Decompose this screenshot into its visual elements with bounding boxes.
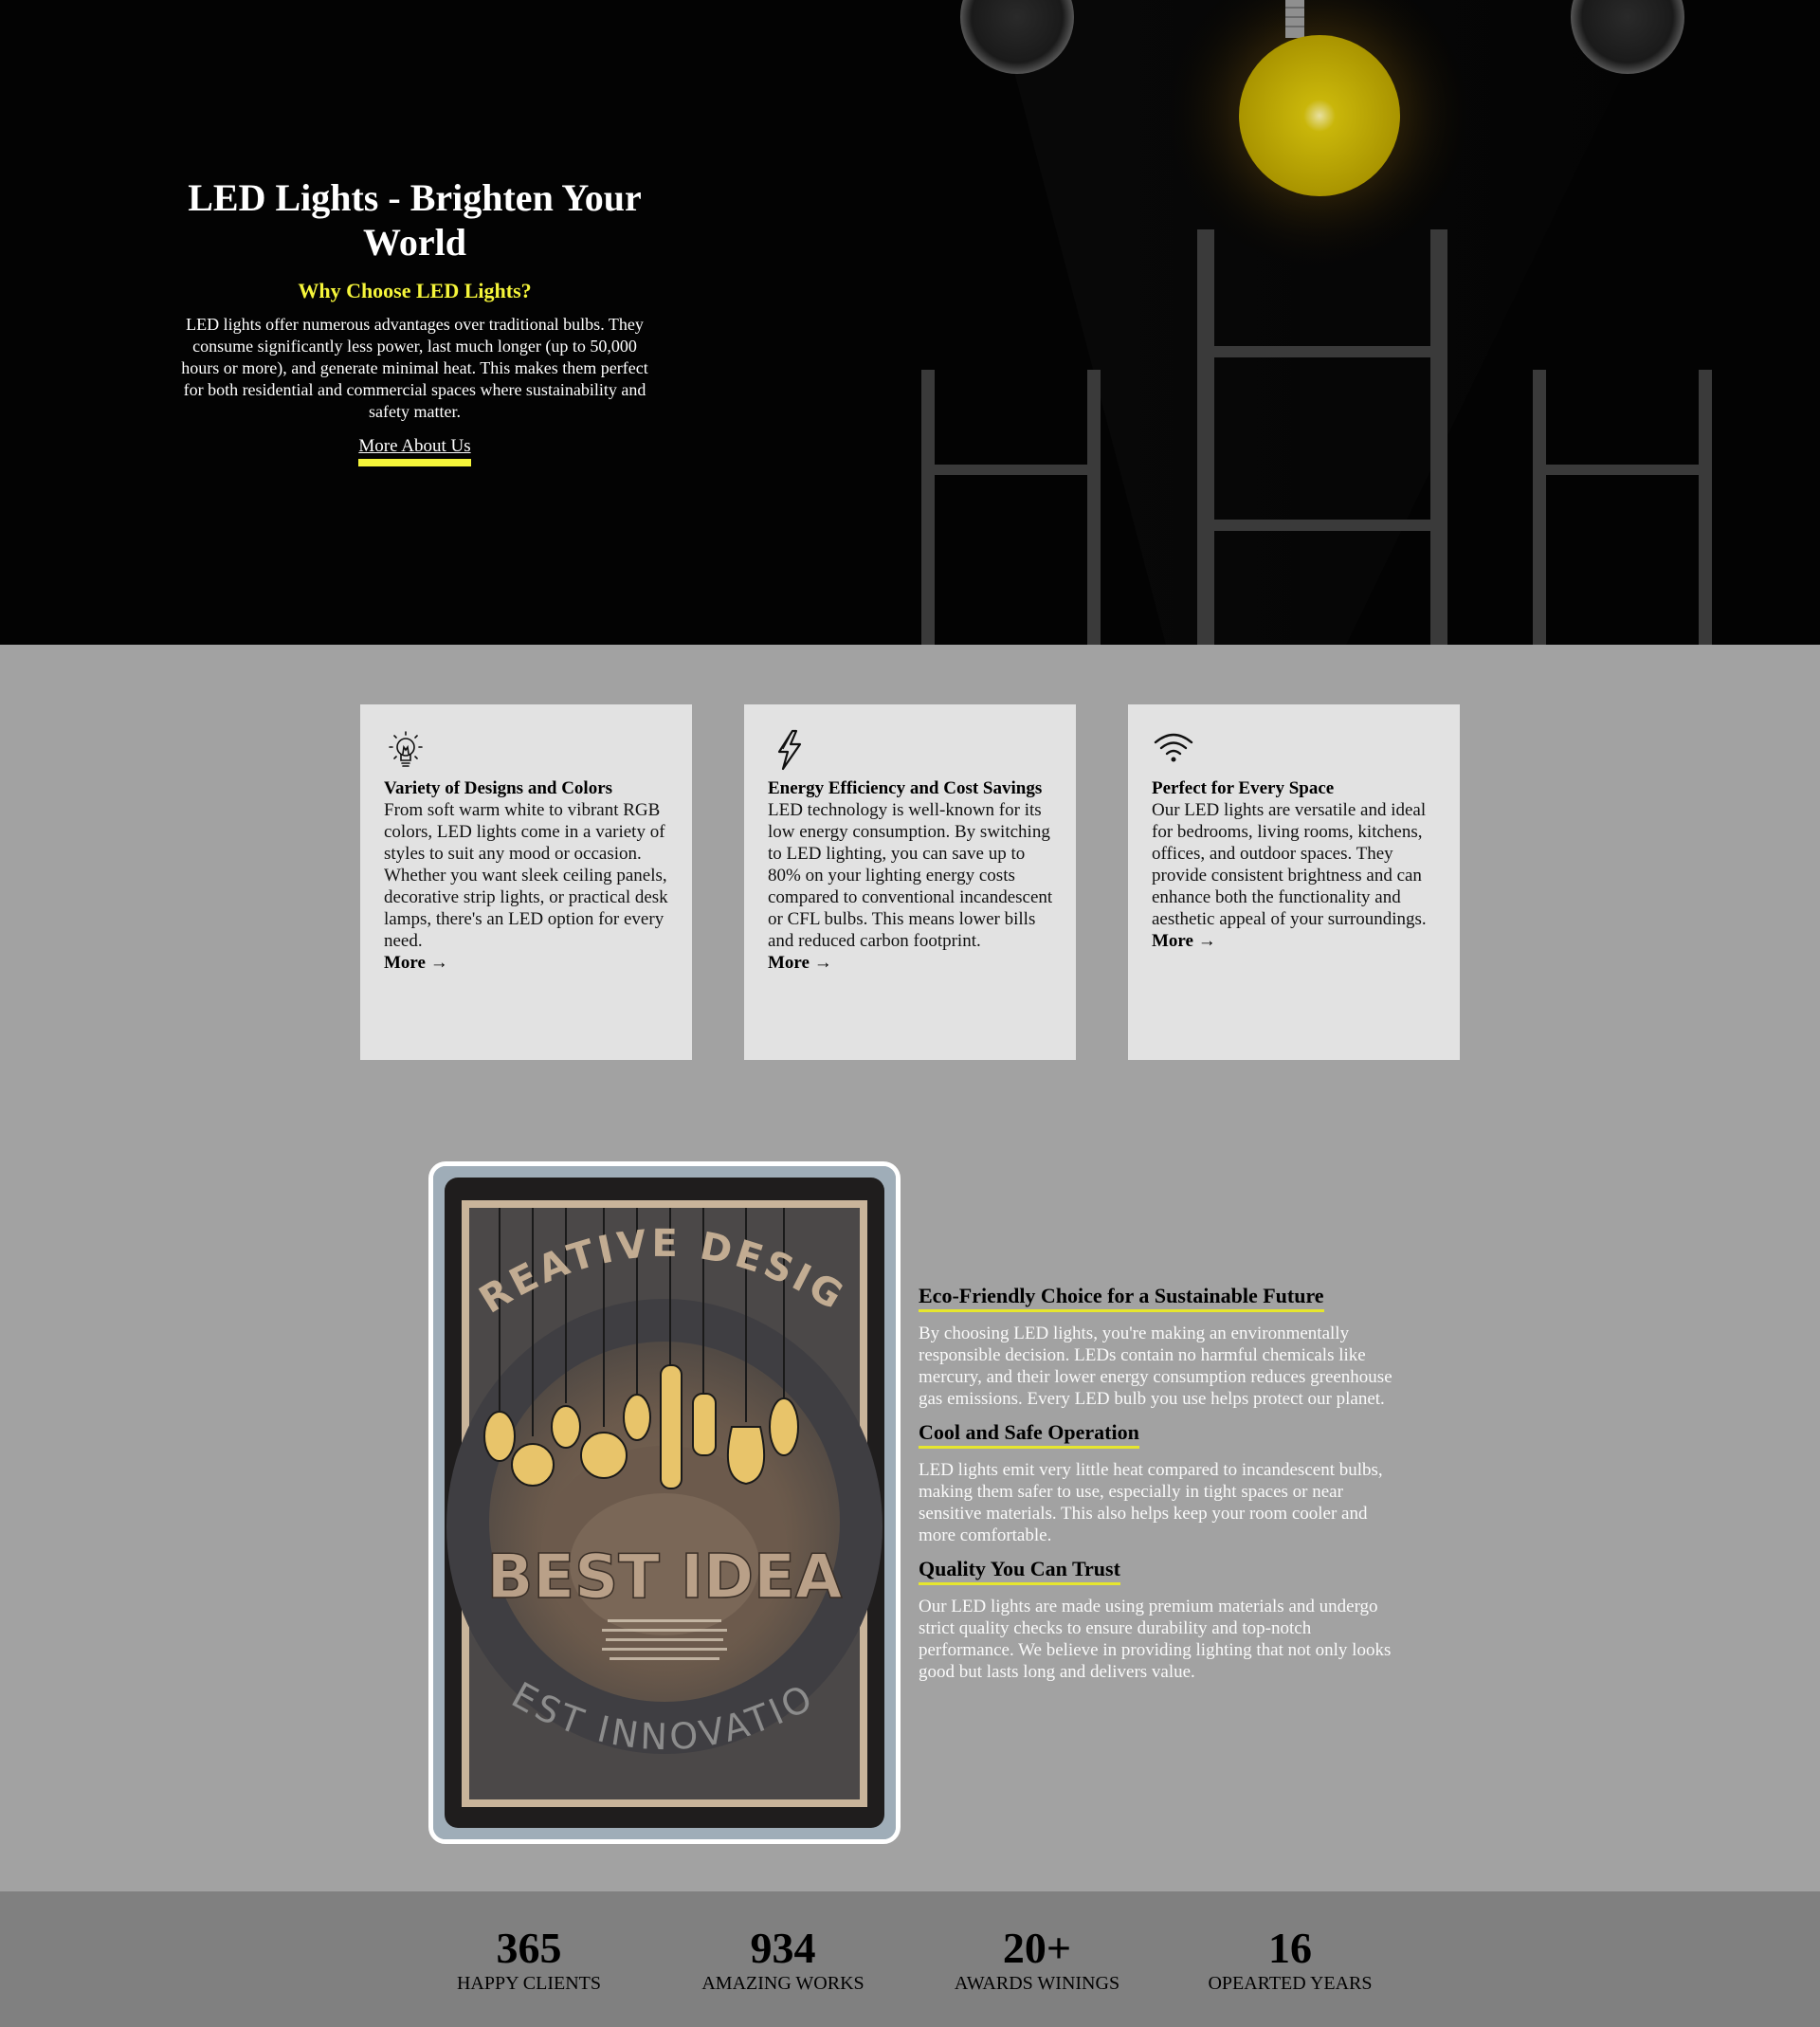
lightbulb-icon [389,731,423,767]
stats-bar: 365 HAPPY CLIENTS 934 AMAZING WORKS 20+ … [0,1891,1820,2027]
card-title: Perfect for Every Space [1152,778,1335,798]
stat-label: HAPPY CLIENTS [456,1973,602,1994]
benefit-item: Eco-Friendly Choice for a Sustainable Fu… [919,1284,1402,1410]
stat-amazing-works: 934 AMAZING WORKS [669,1924,897,1995]
wifi-icon [1154,733,1193,762]
card-energy: Energy Efficiency and Cost Savings LED t… [744,704,1076,1060]
stat-value: 365 [496,1924,562,1972]
card-text: From soft warm white to vibrant RGB colo… [384,800,668,951]
hero-description: LED lights offer numerous advantages ove… [181,315,648,421]
poster-illustration: CREATIVE DESIGN BEST IDEA BEST INNOVATIO… [433,1166,896,1839]
stat-operated-years: 16 OPEARTED YEARS [1176,1924,1404,1995]
stat-label: AMAZING WORKS [701,1973,864,1994]
hero-content: LED Lights - Brighten Your World Why Cho… [166,175,664,466]
stat-awards: 20+ AWARDS WININGS [923,1924,1151,1995]
stat-happy-clients: 365 HAPPY CLIENTS [415,1924,643,1995]
more-about-us-link[interactable]: More About Us [358,435,471,466]
poster-middle-text: BEST IDEA [487,1543,843,1613]
creative-design-poster-image: CREATIVE DESIGN BEST IDEA BEST INNOVATIO… [428,1161,901,1844]
card-variety: Variety of Designs and Colors From soft … [360,704,692,1060]
stat-label: AWARDS WININGS [954,1973,1120,1994]
benefit-title: Quality You Can Trust [919,1557,1120,1585]
benefit-item: Cool and Safe Operation LED lights emit … [919,1420,1402,1546]
stat-value: 934 [750,1924,816,1972]
card-text: Our LED lights are versatile and ideal f… [1152,800,1427,929]
card-title: Variety of Designs and Colors [384,778,613,798]
hero-subtitle: Why Choose LED Lights? [298,279,532,302]
benefit-title: Cool and Safe Operation [919,1420,1139,1449]
benefit-title: Eco-Friendly Choice for a Sustainable Fu… [919,1284,1324,1312]
benefit-text: Our LED lights are made using premium ma… [919,1597,1392,1682]
card-more-link[interactable]: More → [384,952,448,974]
card-every-space: Perfect for Every Space Our LED lights a… [1128,704,1460,1060]
card-more-link[interactable]: More → [1152,930,1216,952]
card-text: LED technology is well-known for its low… [768,800,1053,951]
hero-title: LED Lights - Brighten Your World [188,176,642,264]
card-title: Energy Efficiency and Cost Savings [768,778,1043,798]
card-more-link[interactable]: More → [768,952,832,974]
hero-section: LED Lights - Brighten Your World Why Cho… [0,0,1820,645]
benefit-text: LED lights emit very little heat compare… [919,1460,1383,1545]
benefit-item: Quality You Can Trust Our LED lights are… [919,1557,1402,1683]
stat-value: 20+ [1002,1924,1072,1972]
features-cards: Variety of Designs and Colors From soft … [360,704,1460,1060]
stat-label: OPEARTED YEARS [1208,1973,1373,1994]
stat-value: 16 [1268,1924,1312,1972]
benefits-list: Eco-Friendly Choice for a Sustainable Fu… [919,1284,1402,1693]
benefit-text: By choosing LED lights, you're making an… [919,1324,1392,1409]
lightning-icon [777,729,802,771]
